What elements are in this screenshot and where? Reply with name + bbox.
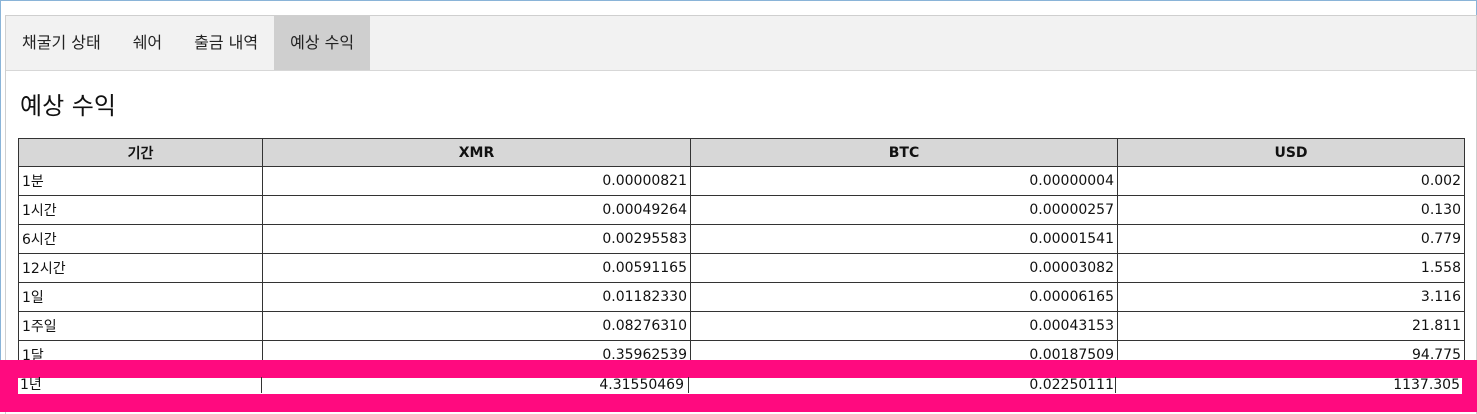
- column-header-btc: BTC: [690, 138, 1118, 167]
- earnings-table: 기간 XMR BTC USD 1분 0.00000821 0.00000004 …: [18, 138, 1465, 370]
- tab-payout-history[interactable]: 출금 내역: [178, 16, 274, 70]
- cell-btc: 0.02250111: [1029, 377, 1114, 393]
- table-row-year: 1년 4.31550469 0.02250111 1137.305: [18, 376, 1462, 394]
- cell-usd: 0.779: [1117, 224, 1465, 254]
- cell-xmr: 0.00049264: [262, 195, 691, 225]
- tab-bar: 채굴기 상태 쉐어 출금 내역 예상 수익: [6, 16, 1476, 71]
- cell-btc: 0.00043153: [690, 311, 1118, 341]
- cell-btc: 0.00003082: [690, 253, 1118, 283]
- cell-usd: 1.558: [1117, 253, 1465, 283]
- cell-divider: [688, 377, 689, 393]
- cell-period: 1분: [18, 166, 263, 196]
- column-header-usd: USD: [1117, 138, 1465, 167]
- cell-xmr: 0.00000821: [262, 166, 691, 196]
- cell-btc: 0.00000004: [690, 166, 1118, 196]
- cell-btc: 0.00001541: [690, 224, 1118, 254]
- tab-estimated-earnings[interactable]: 예상 수익: [274, 16, 371, 70]
- cell-period: 12시간: [18, 253, 263, 283]
- cell-xmr: 0.35962539: [262, 340, 691, 370]
- page-title: 예상 수익: [20, 92, 116, 120]
- cell-period: 1주일: [18, 311, 263, 341]
- table-row: 12시간 0.00591165 0.00003082 1.558: [18, 253, 1465, 283]
- table-row: 1분 0.00000821 0.00000004 0.002: [18, 166, 1465, 196]
- cell-divider: [1115, 377, 1116, 393]
- table-row: 1달 0.35962539 0.00187509 94.775: [18, 340, 1465, 370]
- content-panel: 채굴기 상태 쉐어 출금 내역 예상 수익 예상 수익 기간 XMR BTC U…: [5, 15, 1477, 414]
- cell-divider: [261, 377, 262, 393]
- tab-miner-status[interactable]: 채굴기 상태: [6, 16, 117, 70]
- cell-xmr: 0.08276310: [262, 311, 691, 341]
- table-row: 1일 0.01182330 0.00006165 3.116: [18, 282, 1465, 312]
- cell-period: 6시간: [18, 224, 263, 254]
- tab-shares[interactable]: 쉐어: [117, 16, 178, 70]
- table-row: 1시간 0.00049264 0.00000257 0.130: [18, 195, 1465, 225]
- cell-usd: 1137.305: [1393, 377, 1460, 393]
- cell-usd: 0.130: [1117, 195, 1465, 225]
- cell-xmr: 0.00591165: [262, 253, 691, 283]
- cell-usd: 94.775: [1117, 340, 1465, 370]
- table-row: 1주일 0.08276310 0.00043153 21.811: [18, 311, 1465, 341]
- cell-period: 1달: [18, 340, 263, 370]
- cell-usd: 21.811: [1117, 311, 1465, 341]
- cell-xmr: 0.00295583: [262, 224, 691, 254]
- cell-usd: 3.116: [1117, 282, 1465, 312]
- table-header-row: 기간 XMR BTC USD: [18, 138, 1465, 167]
- cell-btc: 0.00006165: [690, 282, 1118, 312]
- app-frame: 채굴기 상태 쉐어 출금 내역 예상 수익 예상 수익 기간 XMR BTC U…: [0, 0, 1477, 414]
- cell-usd: 0.002: [1117, 166, 1465, 196]
- column-header-xmr: XMR: [262, 138, 691, 167]
- cell-xmr: 4.31550469: [599, 377, 684, 393]
- table-row: 6시간 0.00295583 0.00001541 0.779: [18, 224, 1465, 254]
- cell-period: 1년: [20, 377, 42, 393]
- cell-btc: 0.00000257: [690, 195, 1118, 225]
- cell-period: 1시간: [18, 195, 263, 225]
- column-header-period: 기간: [18, 138, 263, 167]
- cell-xmr: 0.01182330: [262, 282, 691, 312]
- cell-btc: 0.00187509: [690, 340, 1118, 370]
- cell-period: 1일: [18, 282, 263, 312]
